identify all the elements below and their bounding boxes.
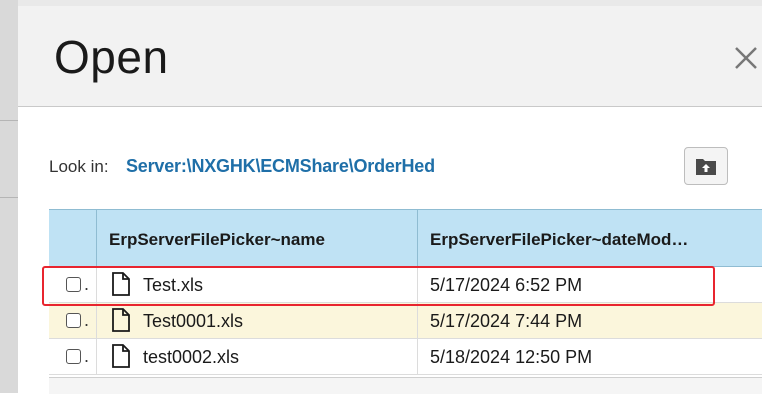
table-row[interactable]: . test0002.xls 5/18/2024 12:50 PM [49,339,762,375]
background-panel [0,0,18,393]
file-date: 5/17/2024 6:52 PM [430,275,583,295]
grid-header: ErpServerFilePicker~name ErpServerFilePi… [49,209,762,267]
up-folder-button[interactable] [684,147,728,185]
file-icon [111,344,131,373]
row-checkbox[interactable] [66,349,81,364]
file-name: test0002.xls [143,347,240,367]
file-grid: ErpServerFilePicker~name ErpServerFilePi… [49,209,762,394]
header-date-column[interactable]: ErpServerFilePicker~dateMod… [417,210,762,266]
name-cell[interactable]: Test.xls [96,267,417,303]
file-name: Test0001.xls [143,311,244,331]
truncation-dot: . [84,274,90,294]
header-date-label: ErpServerFilePicker~dateMod… [430,230,689,249]
header-name-label: ErpServerFilePicker~name [109,230,325,249]
dialog-title: Open [54,31,169,83]
select-cell[interactable]: . [49,303,96,339]
truncation-dot: . [84,346,90,366]
row-checkbox[interactable] [66,277,81,292]
divider [0,120,18,121]
file-icon [111,308,131,337]
file-icon [111,272,131,301]
header-select-column[interactable] [49,210,96,266]
table-row[interactable]: . Test0001.xls 5/17/2024 7:44 PM [49,303,762,339]
name-cell[interactable]: test0002.xls [96,339,417,375]
look-in-label: Look in: [49,157,109,176]
table-row[interactable]: . Test.xls 5/17/2024 6:52 PM [49,267,762,303]
dialog-header: Open [18,6,762,107]
header-name-column[interactable]: ErpServerFilePicker~name [96,210,417,266]
close-icon[interactable] [730,42,762,74]
row-checkbox[interactable] [66,313,81,328]
open-dialog: Open Look in: Server:\NXGHK\ECMShare\Ord… [18,6,762,394]
file-date: 5/17/2024 7:44 PM [430,311,583,331]
grid-scrollbar-area[interactable] [49,377,762,394]
look-in-path-link[interactable]: Server:\NXGHK\ECMShare\OrderHed [126,156,435,177]
folder-up-icon [696,159,716,175]
date-cell[interactable]: 5/17/2024 6:52 PM [417,267,762,303]
select-cell[interactable]: . [49,267,96,303]
date-cell[interactable]: 5/17/2024 7:44 PM [417,303,762,339]
truncation-dot: . [84,310,90,330]
file-name: Test.xls [143,275,204,295]
divider [0,197,18,198]
name-cell[interactable]: Test0001.xls [96,303,417,339]
file-date: 5/18/2024 12:50 PM [430,347,593,367]
select-cell[interactable]: . [49,339,96,375]
date-cell[interactable]: 5/18/2024 12:50 PM [417,339,762,375]
